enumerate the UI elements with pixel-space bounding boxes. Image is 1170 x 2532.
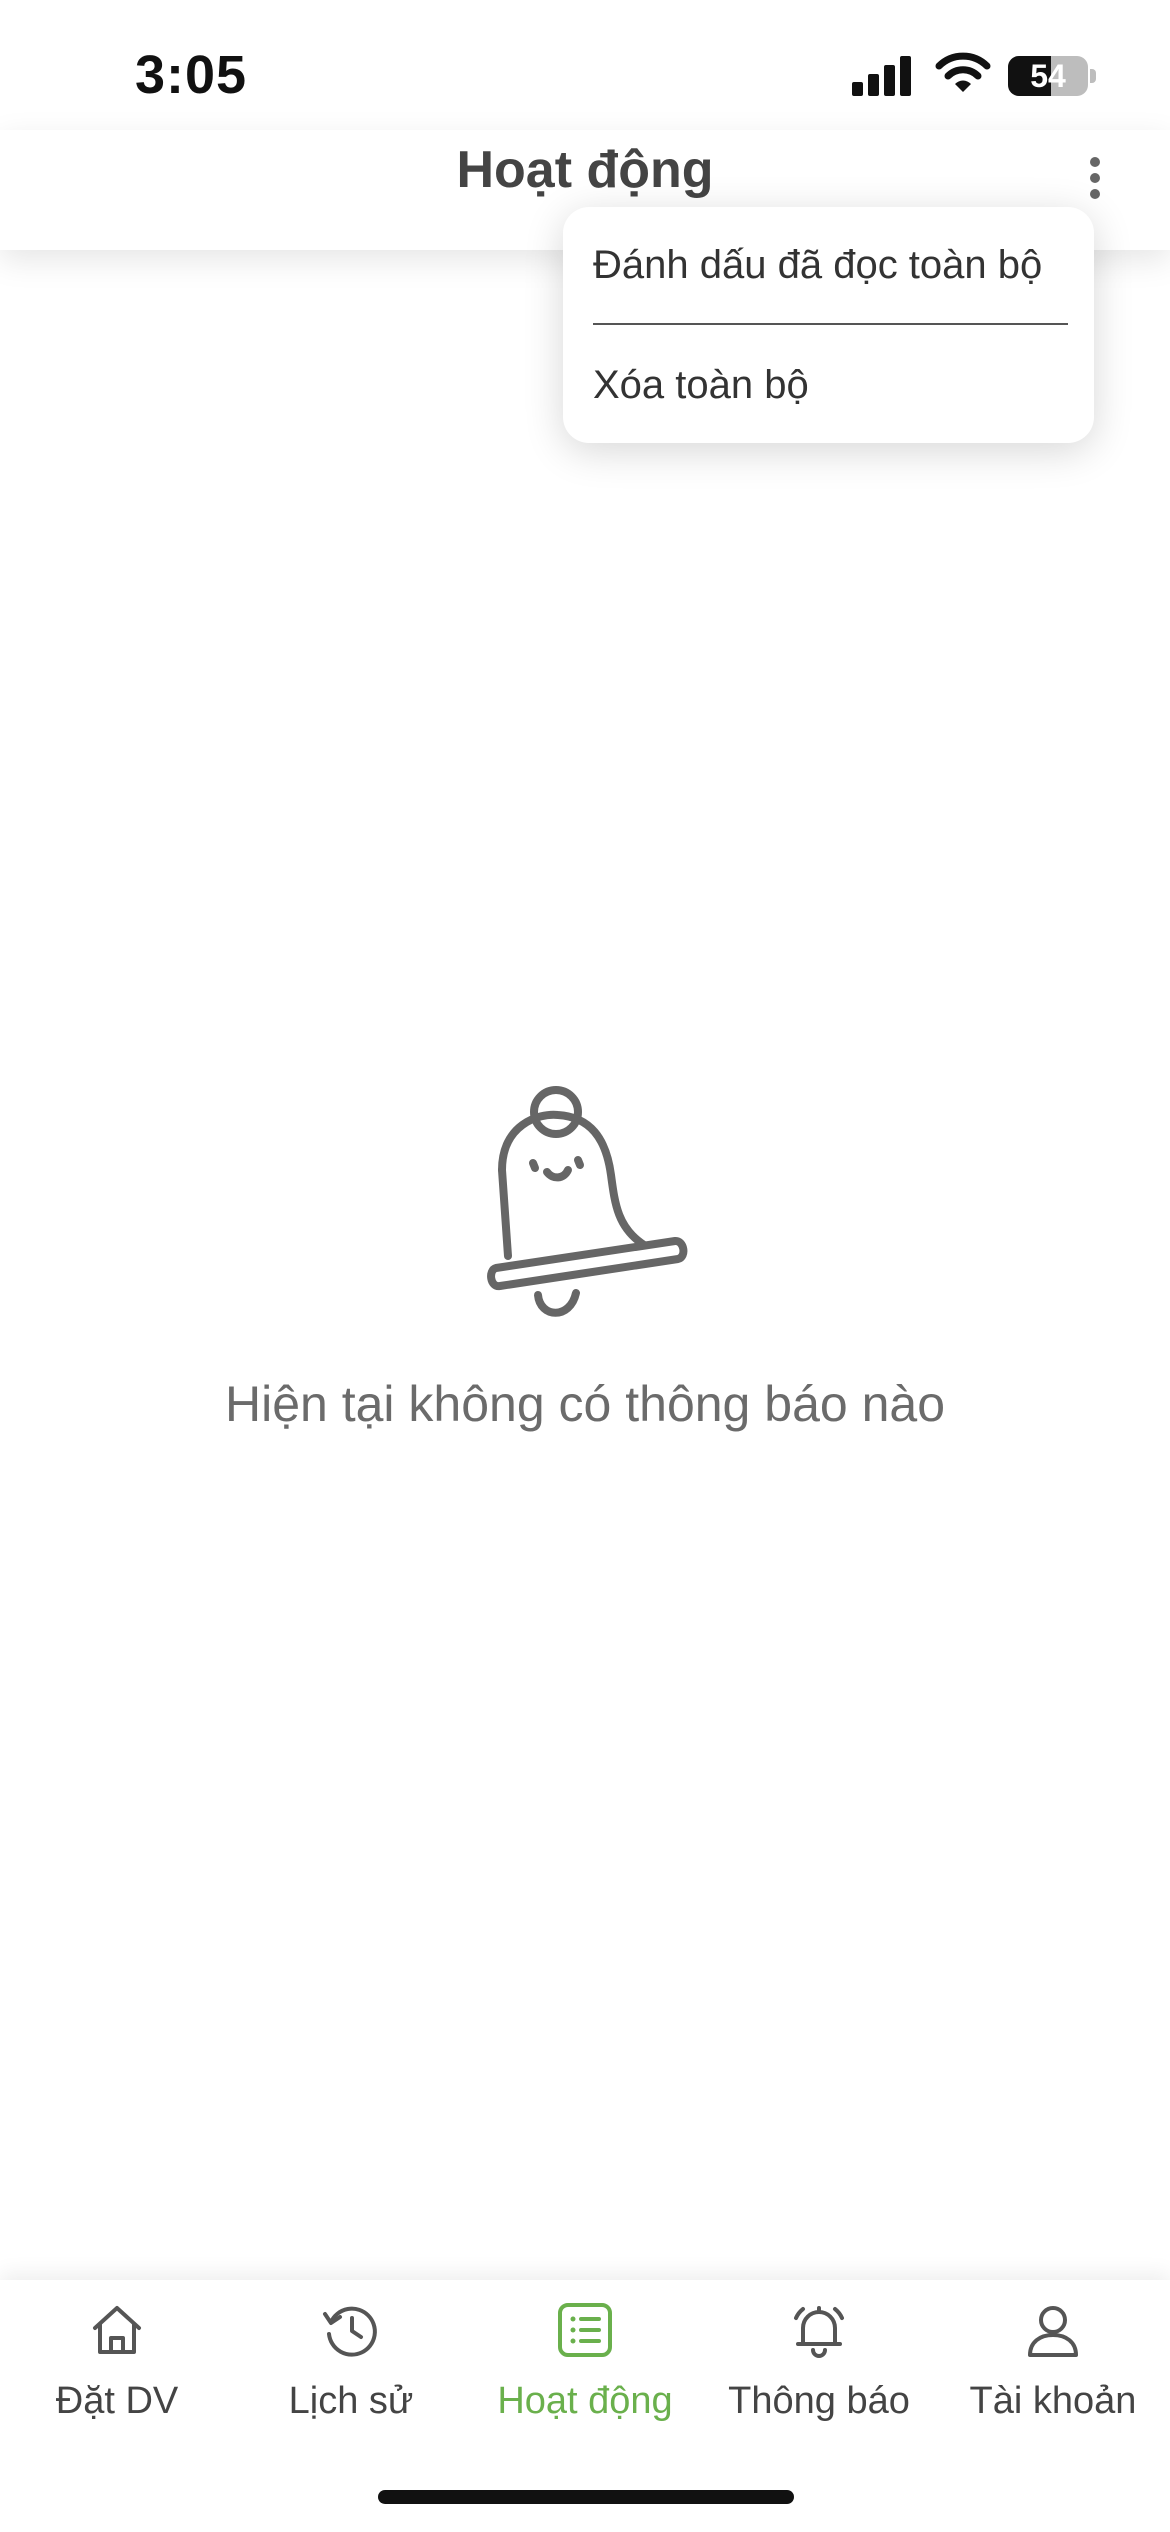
battery-level: 54 — [1030, 58, 1066, 94]
menu-divider — [593, 323, 1068, 325]
bell-icon — [794, 2306, 844, 2358]
tab-label: Tài khoản — [969, 2380, 1137, 2422]
tab-label: Hoạt động — [497, 2380, 673, 2422]
more-dot — [1090, 173, 1100, 183]
mark-all-read-menu-item[interactable]: Đánh dấu đã đọc toàn bộ — [593, 243, 1068, 288]
tab-label: Lịch sử — [288, 2380, 414, 2422]
list-icon — [558, 2303, 612, 2357]
page-title: Hoạt động — [456, 141, 714, 199]
more-dot — [1090, 189, 1100, 199]
status-time: 3:05 — [135, 45, 248, 105]
history-icon — [323, 2306, 377, 2357]
home-icon — [93, 2306, 141, 2354]
wifi-icon — [935, 52, 991, 92]
tab-thong-bao[interactable]: Thông báo — [702, 2300, 936, 2450]
tab-dat-dv[interactable]: Đặt DV — [0, 2300, 234, 2450]
bell-icon — [487, 1086, 688, 1317]
signal-icon — [852, 56, 911, 96]
more-vertical-icon[interactable] — [1070, 148, 1120, 208]
empty-message: Hiện tại không có thông báo nào — [225, 1376, 945, 1432]
more-dot — [1090, 157, 1100, 167]
status-bar: 3:05 54 — [0, 0, 1170, 140]
tab-label: Đặt DV — [55, 2380, 179, 2422]
options-menu: Đánh dấu đã đọc toàn bộ Xóa toàn bộ — [563, 207, 1094, 443]
battery-icon: 54 — [1008, 56, 1088, 96]
tab-lich-su[interactable]: Lịch sử — [234, 2300, 468, 2450]
delete-all-menu-item[interactable]: Xóa toàn bộ — [593, 363, 1068, 408]
home-indicator — [378, 2490, 794, 2504]
tab-hoat-dong[interactable]: Hoạt động — [468, 2300, 702, 2450]
tab-tai-khoan[interactable]: Tài khoản — [936, 2300, 1170, 2450]
battery-cap — [1090, 69, 1096, 83]
tab-label: Thông báo — [728, 2380, 910, 2422]
user-icon — [1028, 2306, 1078, 2357]
app-screen: 3:05 54 Hoạt động Đánh dấu đã đọc toàn b… — [0, 0, 1170, 2532]
